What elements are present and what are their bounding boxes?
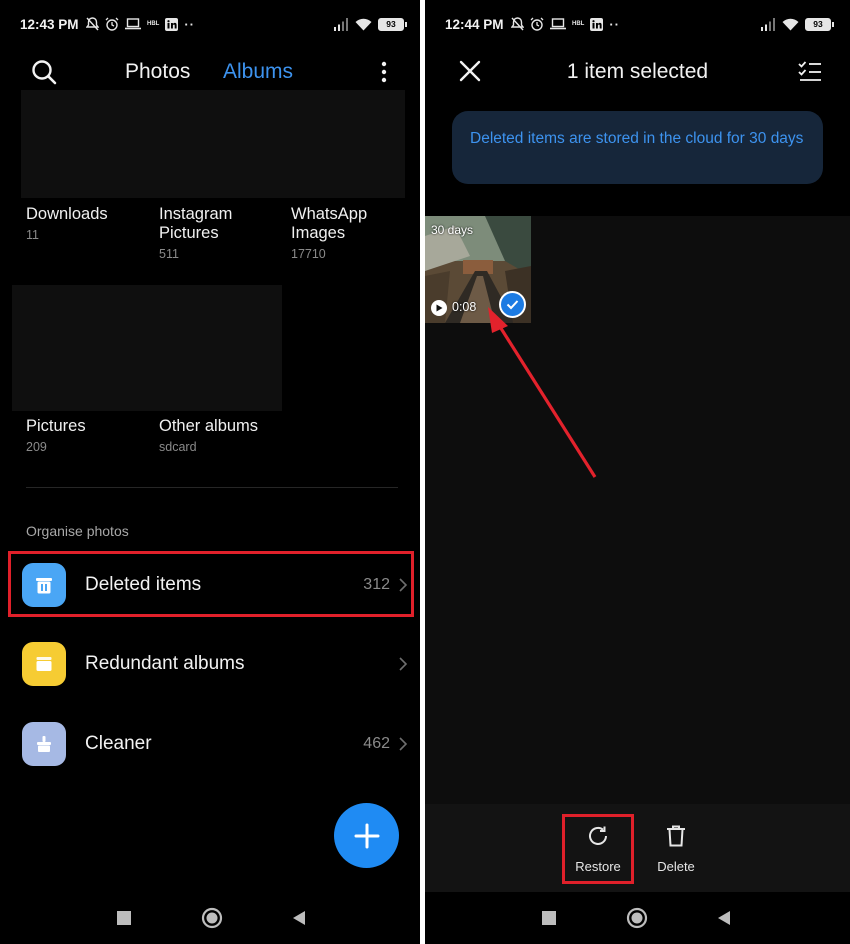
home-button[interactable]	[198, 904, 226, 932]
left-screen: 12:43 PM HBL ·· 93 Photos Albums Downloa…	[0, 0, 420, 944]
selection-action-bar: Restore Delete	[425, 804, 850, 892]
search-icon[interactable]	[31, 59, 57, 85]
back-button[interactable]	[710, 904, 738, 932]
album-count: 511	[159, 247, 179, 261]
album-thumbnails-row-1[interactable]	[21, 90, 405, 198]
album-count: 209	[26, 440, 47, 454]
signal-icon	[334, 17, 348, 31]
circle-icon	[626, 907, 648, 929]
mute-bell-icon	[86, 17, 99, 31]
square-icon	[117, 911, 131, 925]
organise-section-label: Organise photos	[26, 523, 129, 539]
status-icons: HBL ··	[86, 15, 195, 33]
delete-button[interactable]: Delete	[646, 824, 706, 874]
wifi-icon	[355, 18, 372, 30]
album-name: WhatsApp Images	[291, 205, 368, 242]
album-count: 17710	[291, 247, 326, 261]
status-bar: 12:43 PM HBL ·· 93	[0, 0, 420, 48]
album-name: Downloads	[26, 205, 108, 223]
linkedin-icon	[165, 17, 179, 31]
tab-photos[interactable]: Photos	[125, 60, 190, 84]
system-nav-bar	[425, 892, 850, 944]
system-nav-bar	[0, 892, 420, 944]
triangle-back-icon	[293, 911, 305, 925]
section-divider	[26, 487, 398, 488]
redundant-albums-row[interactable]: Redundant albums	[22, 641, 412, 687]
gallery-header: Photos Albums	[0, 48, 420, 94]
triangle-back-icon	[718, 911, 730, 925]
plus-icon	[354, 823, 379, 848]
album-name: Instagram Pictures	[159, 205, 233, 242]
alarm-icon	[105, 17, 119, 31]
more-options-icon[interactable]	[378, 60, 390, 84]
highlight-box-restore	[562, 814, 634, 884]
cleaner-row[interactable]: Cleaner 462	[22, 721, 412, 767]
folder-icon	[22, 642, 66, 686]
album-count: 11	[26, 228, 39, 242]
laptop-icon	[125, 18, 141, 30]
home-button[interactable]	[623, 904, 651, 932]
battery-icon: 93	[378, 17, 407, 31]
recents-button[interactable]	[535, 904, 563, 932]
status-time: 12:43 PM	[20, 17, 79, 32]
cleaner-label: Cleaner	[85, 733, 152, 754]
add-album-button[interactable]	[334, 803, 399, 868]
recents-button[interactable]	[110, 904, 138, 932]
delete-label: Delete	[657, 859, 695, 874]
back-button[interactable]	[285, 904, 313, 932]
right-screen: 12:44 PM HBL ·· 93 1 item selected Delet…	[425, 0, 850, 944]
chevron-right-icon	[398, 737, 412, 751]
trash-icon	[667, 825, 685, 847]
broom-icon	[22, 722, 66, 766]
album-name: Pictures	[26, 417, 86, 435]
cleaner-count: 462	[363, 735, 390, 752]
circle-icon	[201, 907, 223, 929]
album-count: sdcard	[159, 440, 197, 454]
more-notifications-icon: ··	[184, 16, 196, 32]
annotation-arrow	[488, 307, 597, 478]
tab-albums[interactable]: Albums	[223, 60, 293, 84]
square-icon	[542, 911, 556, 925]
album-name: Other albums	[159, 417, 259, 435]
carrier-badge: HBL	[147, 21, 160, 27]
highlight-box-deleted-items	[8, 551, 414, 617]
chevron-right-icon	[398, 657, 412, 671]
redundant-albums-label: Redundant albums	[85, 653, 245, 674]
status-right: 93	[334, 15, 407, 33]
album-thumbnails-row-2[interactable]	[12, 285, 282, 411]
